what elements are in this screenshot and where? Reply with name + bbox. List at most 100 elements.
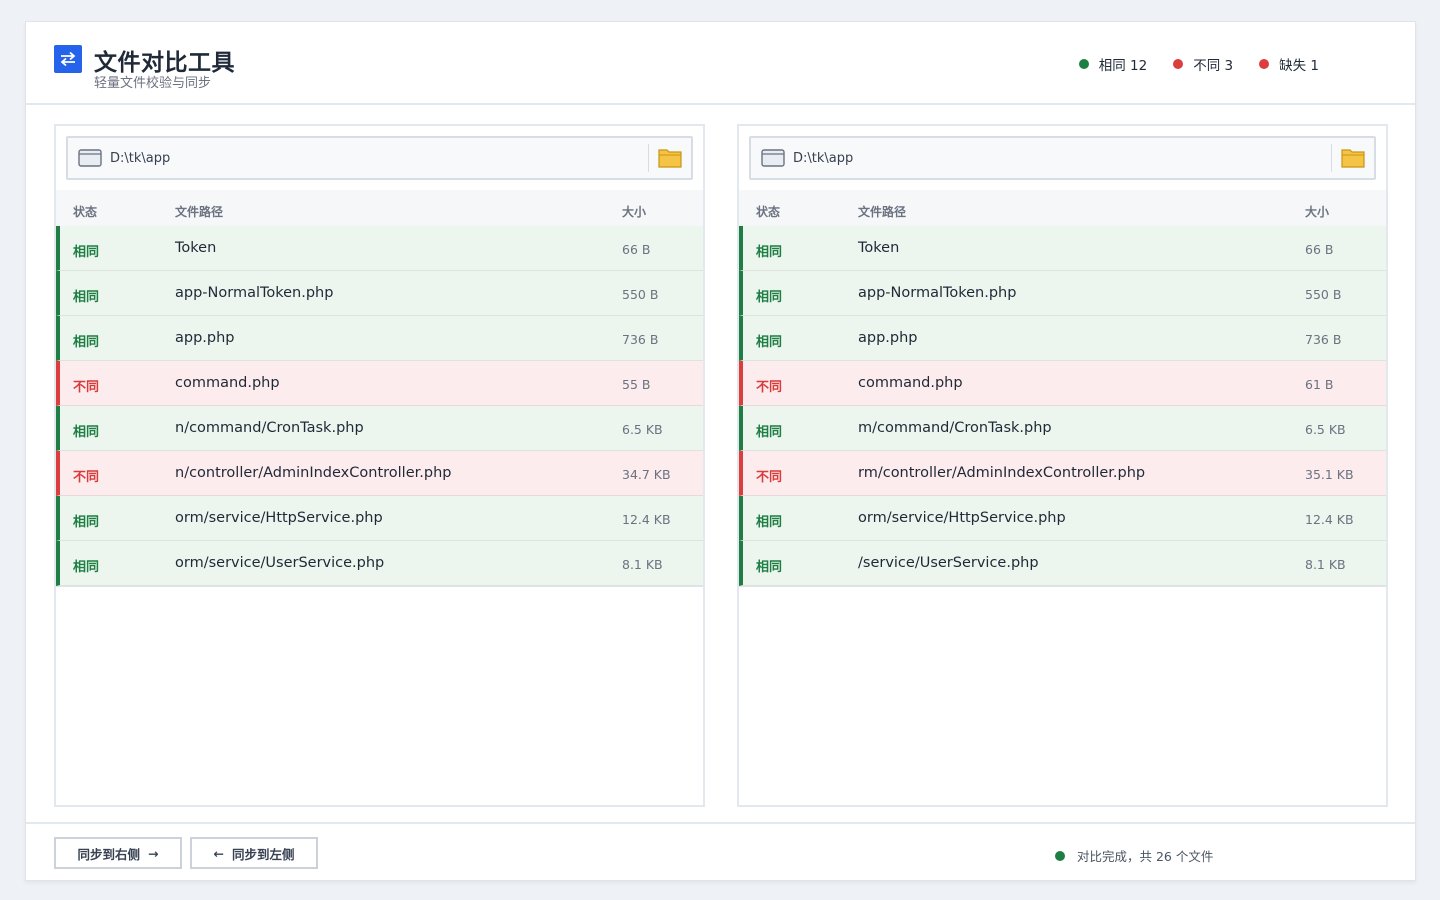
stat-missing: 缺失 1 <box>1259 54 1319 74</box>
status-badge: 相同 <box>756 245 783 260</box>
status-dot <box>1055 850 1065 861</box>
table-row[interactable]: 相同 app.php 736 B <box>739 316 1386 361</box>
folder-open-icon[interactable] <box>658 147 682 173</box>
status-badge: 不同 <box>756 380 783 395</box>
app-window: 文件对比工具 轻量文件校验与同步 相同 12 不同 3 缺失 1 D:\tk\a… <box>25 21 1416 881</box>
table-header: 状态 文件路径 大小 <box>56 190 703 226</box>
arrow-right-icon: → <box>148 845 159 861</box>
file-path: app.php <box>175 330 235 346</box>
table-row[interactable]: 相同 Token 66 B <box>739 226 1386 271</box>
table-row[interactable]: 相同 orm/service/HttpService.php 12.4 KB <box>56 496 703 541</box>
file-path: n/command/CronTask.php <box>175 420 364 436</box>
table-row[interactable]: 不同 rm/controller/AdminIndexController.php… <box>739 451 1386 496</box>
status-text: 对比完成，共 26 个文件 <box>1077 849 1214 864</box>
button-label: 同步到右侧 <box>77 846 141 862</box>
app-subtitle: 轻量文件校验与同步 <box>94 76 212 91</box>
stats-summary: 相同 12 不同 3 缺失 1 <box>1078 54 1319 74</box>
col-path: 文件路径 <box>175 205 224 219</box>
arrow-left-icon: ← <box>213 845 224 861</box>
file-size: 35.1 KB <box>1305 467 1354 482</box>
stat-label: 不同 3 <box>1193 58 1234 74</box>
table-header: 状态 文件路径 大小 <box>739 190 1386 226</box>
status-badge: 相同 <box>73 515 100 530</box>
file-path: orm/service/HttpService.php <box>858 510 1066 526</box>
right-path-field[interactable]: D:\tk\app <box>749 136 1376 180</box>
status-badge: 不同 <box>73 470 100 485</box>
right-panel: D:\tk\app 状态 文件路径 大小 相同 Token 66 B 相同 app-No… <box>737 124 1388 807</box>
stat-same: 相同 12 <box>1078 54 1147 74</box>
header: 文件对比工具 轻量文件校验与同步 相同 12 不同 3 缺失 1 <box>26 22 1415 105</box>
col-size: 大小 <box>1305 205 1330 219</box>
status-badge: 相同 <box>73 425 100 440</box>
table-row[interactable]: 相同 app-NormalToken.php 550 B <box>56 271 703 316</box>
table-row[interactable]: 相同 Token 66 B <box>56 226 703 271</box>
file-size: 66 B <box>1305 242 1334 257</box>
status-badge: 相同 <box>73 560 100 575</box>
stat-dot <box>1259 59 1270 69</box>
file-list: 相同 Token 66 B 相同 app-NormalToken.php 550 B 相同 a… <box>739 226 1386 587</box>
file-size: 12.4 KB <box>622 512 671 527</box>
status-badge: 不同 <box>73 380 100 395</box>
table-row[interactable]: 不同 command.php 61 B <box>739 361 1386 406</box>
status-badge: 相同 <box>756 290 783 305</box>
stat-dot <box>1078 59 1089 69</box>
file-path: command.php <box>858 375 963 391</box>
list-end-divider <box>739 586 1386 587</box>
status-badge: 相同 <box>73 335 100 350</box>
left-path-text: D:\tk\app <box>110 151 171 166</box>
file-path: Token <box>858 240 900 256</box>
table-row[interactable]: 相同 app.php 736 B <box>56 316 703 361</box>
status-badge: 相同 <box>756 335 783 350</box>
footer: 同步到右侧 → ← 同步到左侧 对比完成，共 26 个文件 <box>26 822 1415 880</box>
file-size: 61 B <box>1305 377 1334 392</box>
divider <box>1331 144 1332 172</box>
status-badge: 不同 <box>756 470 783 485</box>
folder-open-icon[interactable] <box>1341 147 1365 173</box>
file-size: 55 B <box>622 377 651 392</box>
status-bar: 对比完成，共 26 个文件 <box>1055 846 1213 865</box>
file-size: 550 B <box>622 287 659 302</box>
file-path: orm/service/HttpService.php <box>175 510 383 526</box>
list-end-divider <box>56 586 703 587</box>
divider <box>648 144 649 172</box>
file-path: /service/UserService.php <box>858 555 1039 571</box>
sync-to-right-button[interactable]: 同步到右侧 → <box>54 837 182 869</box>
file-size: 8.1 KB <box>622 557 663 572</box>
table-row[interactable]: 相同 app-NormalToken.php 550 B <box>739 271 1386 316</box>
file-path: n/controller/AdminIndexController.php <box>175 465 452 481</box>
status-badge: 相同 <box>756 515 783 530</box>
table-row[interactable]: 相同 n/command/CronTask.php 6.5 KB <box>56 406 703 451</box>
file-path: Token <box>175 240 217 256</box>
stat-diff: 不同 3 <box>1173 54 1233 74</box>
right-path-text: D:\tk\app <box>793 151 854 166</box>
file-size: 736 B <box>1305 332 1342 347</box>
file-size: 6.5 KB <box>1305 422 1346 437</box>
file-size: 736 B <box>622 332 659 347</box>
table-row[interactable]: 不同 n/controller/AdminIndexController.php 3… <box>56 451 703 496</box>
status-badge: 相同 <box>756 425 783 440</box>
left-panel: D:\tk\app 状态 文件路径 大小 相同 Token 66 B 相同 app-No… <box>54 124 705 807</box>
col-size: 大小 <box>622 205 647 219</box>
status-badge: 相同 <box>73 290 100 305</box>
file-path: app.php <box>858 330 918 346</box>
file-size: 66 B <box>622 242 651 257</box>
table-row[interactable]: 不同 command.php 55 B <box>56 361 703 406</box>
file-size: 550 B <box>1305 287 1342 302</box>
file-path: command.php <box>175 375 280 391</box>
table-row[interactable]: 相同 orm/service/UserService.php 8.1 KB <box>56 541 703 586</box>
file-list: 相同 Token 66 B 相同 app-NormalToken.php 550 B 相同 a… <box>56 226 703 587</box>
file-path: orm/service/UserService.php <box>175 555 385 571</box>
table-row[interactable]: 相同 m/command/CronTask.php 6.5 KB <box>739 406 1386 451</box>
left-path-field[interactable]: D:\tk\app <box>66 136 693 180</box>
col-status: 状态 <box>756 205 781 219</box>
table-row[interactable]: 相同/service/UserService.php 8.1 KB <box>739 541 1386 586</box>
file-size: 12.4 KB <box>1305 512 1354 527</box>
table-row[interactable]: 相同 orm/service/HttpService.php 12.4 KB <box>739 496 1386 541</box>
file-size: 6.5 KB <box>622 422 663 437</box>
status-badge: 相同 <box>73 245 100 260</box>
sync-to-left-button[interactable]: ← 同步到左侧 <box>190 837 318 869</box>
stat-label: 缺失 1 <box>1279 58 1319 74</box>
file-path: rm/controller/AdminIndexController.php <box>858 465 1146 481</box>
stat-dot <box>1173 59 1184 69</box>
col-path: 文件路径 <box>858 205 907 219</box>
